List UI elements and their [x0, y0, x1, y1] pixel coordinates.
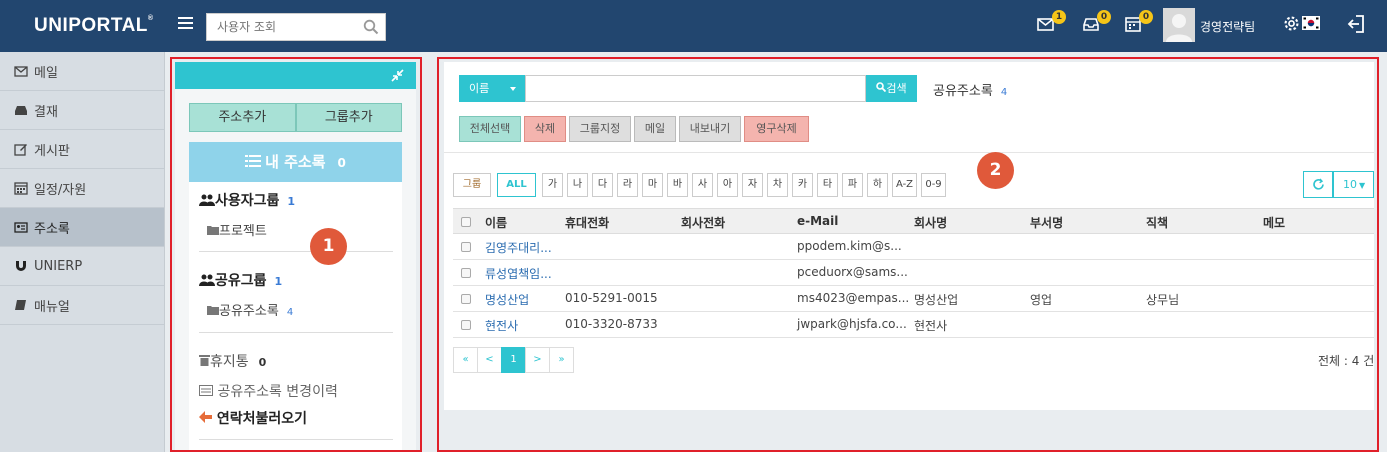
- highlight-box-2: [437, 57, 1379, 452]
- schedule-notification-button[interactable]: 0: [1123, 10, 1153, 36]
- sidebar-item-addressbook[interactable]: 주소록: [0, 208, 164, 247]
- highlight-box-1: [170, 57, 422, 452]
- sidebar: 메일 결재 게시판 일정/자원 주소록 UNIERP 매뉴얼: [0, 52, 165, 452]
- logout-icon[interactable]: [1347, 14, 1365, 34]
- mail-notification-button[interactable]: 1: [1036, 10, 1066, 36]
- approval-badge: 0: [1097, 10, 1111, 24]
- sidebar-item-schedule[interactable]: 일정/자원: [0, 169, 164, 208]
- user-search-box: [206, 13, 386, 41]
- mail-badge: 1: [1052, 10, 1066, 24]
- calendar-icon: [14, 182, 28, 195]
- user-search-input[interactable]: [207, 14, 357, 40]
- approval-notification-button[interactable]: 0: [1081, 10, 1111, 36]
- logo[interactable]: UNIPORTAL®: [34, 15, 154, 37]
- book-icon: [15, 300, 26, 310]
- user-name[interactable]: 경영전략팀: [1200, 18, 1255, 35]
- top-bar: UNIPORTAL® 1 0 0 경영전략팀: [0, 0, 1387, 52]
- magnet-icon: [16, 261, 26, 271]
- sidebar-item-approval[interactable]: 결재: [0, 91, 164, 130]
- mail-icon: [14, 66, 28, 77]
- sidebar-item-board[interactable]: 게시판: [0, 130, 164, 169]
- menu-toggle-icon[interactable]: [178, 17, 193, 31]
- gear-icon[interactable]: [1283, 15, 1300, 32]
- avatar[interactable]: [1163, 8, 1195, 42]
- edit-icon: [14, 144, 27, 156]
- sidebar-item-manual[interactable]: 매뉴얼: [0, 286, 164, 325]
- korea-flag-icon[interactable]: [1302, 16, 1320, 30]
- inbox-icon: [15, 106, 27, 115]
- addressbook-icon: [14, 222, 28, 233]
- schedule-badge: 0: [1139, 10, 1153, 24]
- sidebar-item-mail[interactable]: 메일: [0, 52, 164, 91]
- search-icon[interactable]: [363, 19, 379, 35]
- sidebar-item-unierp[interactable]: UNIERP: [0, 247, 164, 286]
